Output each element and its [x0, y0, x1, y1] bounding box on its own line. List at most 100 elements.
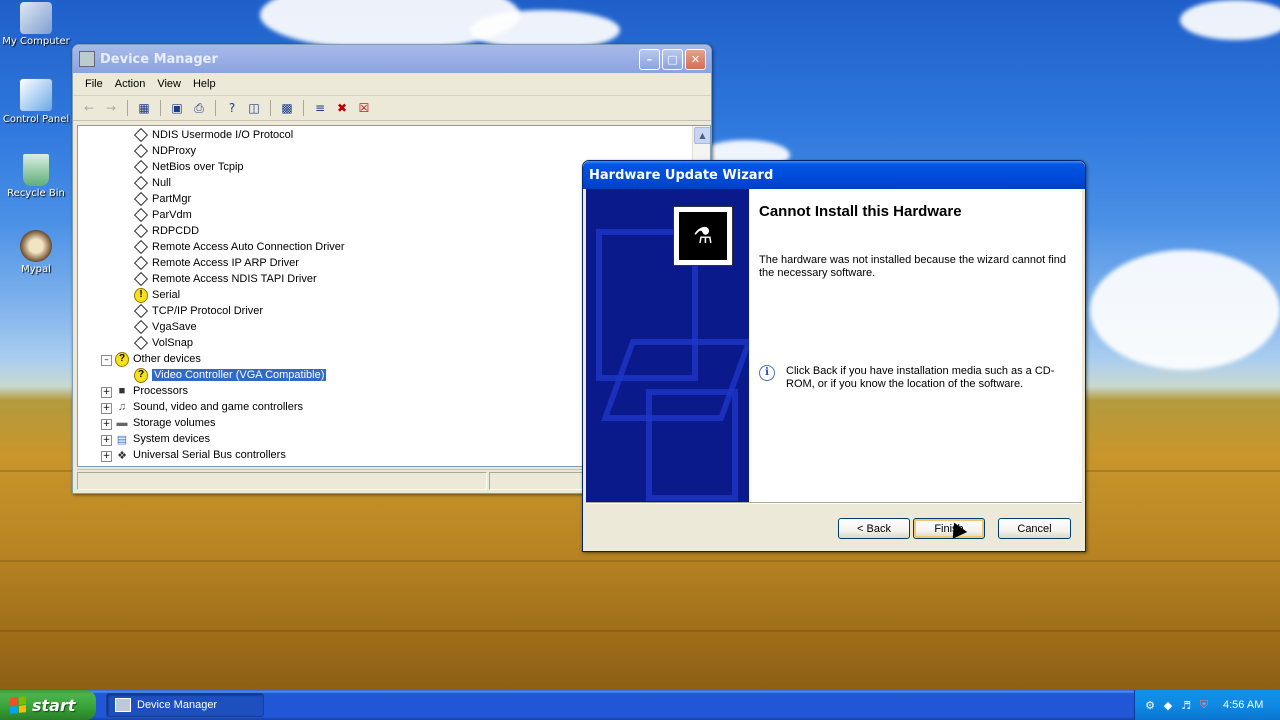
disable-device-icon[interactable]: ✖ — [334, 100, 350, 116]
driver-icon — [133, 159, 149, 175]
device-manager-titlebar[interactable]: Device Manager – □ ✕ — [73, 45, 711, 73]
toolbar-separator — [215, 100, 216, 116]
desktop-icon-label: Recycle Bin — [7, 188, 65, 199]
volume-icon[interactable]: ♬ — [1179, 698, 1193, 712]
tree-item-label: Remote Access Auto Connection Driver — [152, 241, 345, 253]
my-computer-icon — [20, 2, 52, 34]
desktop-icon-label: My Computer — [2, 36, 70, 47]
expand-toggle[interactable]: + — [101, 451, 112, 462]
tree-item-label: Processors — [133, 385, 189, 397]
tree-item[interactable]: VgaSave — [133, 319, 197, 335]
driver-icon — [133, 319, 149, 335]
clock[interactable]: 4:56 AM — [1223, 699, 1263, 711]
tree-item[interactable]: Remote Access Auto Connection Driver — [133, 239, 345, 255]
tree-item-processors[interactable]: ■ Processors — [115, 383, 188, 399]
properties-icon[interactable]: ▣ — [169, 100, 185, 116]
forward-arrow-icon[interactable]: → — [103, 100, 119, 116]
tree-item-label: Other devices — [133, 353, 201, 365]
minimize-button[interactable]: – — [639, 49, 660, 70]
banner-shape — [646, 389, 738, 501]
tree-item-label: NetBios over Tcpip — [152, 161, 244, 173]
taskbar-button-label: Device Manager — [137, 699, 218, 711]
desktop-icon-label: Control Panel — [2, 114, 70, 125]
desktop-icon-mypal[interactable]: Mypal — [0, 230, 72, 275]
tree-item-other-devices[interactable]: ? Other devices — [115, 351, 201, 367]
menu-file[interactable]: File — [79, 78, 109, 90]
tree-item[interactable]: TCP/IP Protocol Driver — [133, 303, 263, 319]
tree-item[interactable]: ! Serial — [134, 287, 180, 303]
recycle-bin-icon — [23, 154, 49, 186]
scan-hardware-changes-icon[interactable]: ▩ — [279, 100, 295, 116]
tree-item[interactable]: Remote Access NDIS TAPI Driver — [133, 271, 317, 287]
status-segment — [77, 472, 487, 490]
tree-item-label: System devices — [133, 433, 211, 445]
expand-toggle[interactable]: + — [101, 419, 112, 430]
driver-icon — [133, 143, 149, 159]
close-button[interactable]: ✕ — [685, 49, 706, 70]
safely-remove-hardware-icon[interactable]: ⚙ — [1143, 698, 1157, 712]
uninstall-device-icon[interactable]: ☒ — [356, 100, 372, 116]
tree-item[interactable]: RDPCDD — [133, 223, 199, 239]
desktop-icon-my-computer[interactable]: My Computer — [0, 2, 72, 47]
tree-item-label: ParVdm — [152, 209, 192, 221]
computer-icon: ▤ — [116, 433, 128, 446]
security-shield-icon[interactable]: ⛨ — [1197, 698, 1211, 712]
tree-item[interactable]: NetBios over Tcpip — [133, 159, 244, 175]
wizard-separator — [586, 502, 1082, 504]
show-hide-console-tree-icon[interactable]: ▦ — [136, 100, 152, 116]
menu-view[interactable]: View — [151, 78, 187, 90]
tree-item-label: Video Controller (VGA Compatible) — [150, 368, 328, 382]
cancel-button[interactable]: Cancel — [998, 518, 1071, 539]
tree-item[interactable]: VolSnap — [133, 335, 193, 351]
tree-item[interactable]: NDProxy — [133, 143, 197, 159]
tree-item[interactable]: NDIS Usermode I/O Protocol — [133, 127, 294, 143]
expand-toggle[interactable]: + — [101, 403, 112, 414]
info-icon: i — [759, 365, 775, 381]
menu-action[interactable]: Action — [109, 78, 152, 90]
network-icon[interactable]: ◆ — [1161, 698, 1175, 712]
back-arrow-icon[interactable]: ← — [81, 100, 97, 116]
tree-item-label: NDIS Usermode I/O Protocol — [152, 129, 294, 141]
tree-item-sound[interactable]: ♫ Sound, video and game controllers — [115, 399, 303, 415]
expand-toggle[interactable]: + — [101, 387, 112, 398]
tree-item-usb[interactable]: ❖ Universal Serial Bus controllers — [115, 447, 286, 463]
device-manager-icon — [115, 698, 131, 712]
print-icon[interactable]: ⎙ — [191, 100, 207, 116]
desktop-icon-control-panel[interactable]: Control Panel — [0, 78, 72, 125]
start-label: start — [32, 695, 76, 715]
wizard-heading: Cannot Install this Hardware — [759, 203, 962, 220]
menu-help[interactable]: Help — [187, 78, 222, 90]
mypal-browser-icon — [20, 230, 52, 262]
desktop-icon-recycle-bin[interactable]: Recycle Bin — [0, 154, 72, 199]
maximize-button[interactable]: □ — [662, 49, 683, 70]
field-line — [0, 630, 1280, 632]
toolbar-separator — [270, 100, 271, 116]
tree-item-label: VgaSave — [152, 321, 197, 333]
wizard-title: Hardware Update Wizard — [589, 167, 774, 183]
taskbar-button-device-manager[interactable]: Device Manager — [106, 693, 264, 717]
tree-item-video-controller[interactable]: ? Video Controller (VGA Compatible) — [134, 367, 328, 383]
tree-item[interactable]: PartMgr — [133, 191, 191, 207]
scroll-up-icon[interactable]: ▲ — [694, 127, 710, 144]
cloud — [1090, 250, 1280, 370]
tree-item[interactable]: Remote Access IP ARP Driver — [133, 255, 299, 271]
hardware-update-wizard[interactable]: Hardware Update Wizard ⚗ Cannot Install … — [582, 160, 1086, 552]
show-hide-action-pane-icon[interactable]: ◫ — [246, 100, 262, 116]
tree-item-label: Storage volumes — [133, 417, 216, 429]
cloud — [1180, 0, 1280, 40]
tree-item-storage[interactable]: ▬ Storage volumes — [115, 415, 216, 431]
wizard-titlebar[interactable]: Hardware Update Wizard — [583, 161, 1085, 189]
expand-toggle[interactable]: + — [101, 435, 112, 446]
speaker-icon: ♫ — [117, 401, 127, 413]
collapse-toggle[interactable]: – — [101, 355, 112, 366]
wizard-message: The hardware was not installed because t… — [759, 254, 1066, 279]
tree-item-label: NDProxy — [152, 145, 197, 157]
help-icon[interactable]: ? — [224, 100, 240, 116]
tree-item-label: Universal Serial Bus controllers — [133, 449, 286, 461]
back-button[interactable]: < Back — [838, 518, 910, 539]
tree-item[interactable]: ParVdm — [133, 207, 192, 223]
start-button[interactable]: start — [0, 690, 96, 720]
update-driver-icon[interactable]: ≡ — [312, 100, 328, 116]
tree-item[interactable]: Null — [133, 175, 171, 191]
tree-item-system[interactable]: ▤ System devices — [115, 431, 210, 447]
